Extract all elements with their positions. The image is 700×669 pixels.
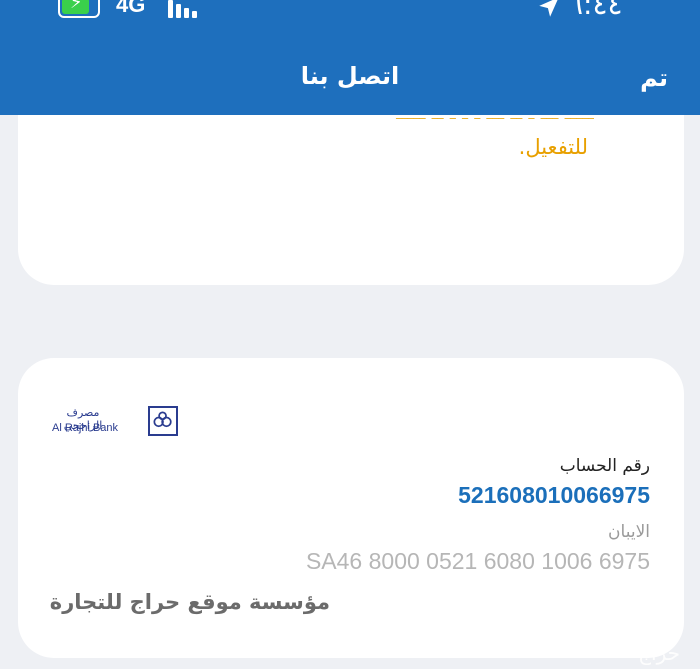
logo-english-text: Al Rajhi Bank	[52, 422, 119, 434]
info-card: ـــــ ـــ ـ ــ ـــ ـ ـ ـ ــ ـــــ للتفعي…	[18, 107, 684, 285]
haraj-watermark: حراج	[638, 641, 680, 665]
iban-label: الايبان	[608, 522, 650, 542]
network-type-label: 4G	[116, 0, 146, 17]
status-bar: ⚡ 4G ٦:٤٤	[0, 0, 700, 24]
signal-strength-icon	[168, 0, 198, 18]
iban-value[interactable]: SA46 8000 0521 6080 1006 6975	[306, 548, 650, 575]
activation-text: للتفعيل.	[518, 135, 588, 159]
page-title: اتصل بنا	[300, 62, 400, 90]
bank-account-card: مصرف الراجحي Al Rajhi Bank رقم الحساب 52…	[18, 358, 684, 658]
app-header: ⚡ 4G ٦:٤٤ اتصل بنا تم	[0, 0, 700, 115]
status-clock: ٦:٤٤	[568, 0, 623, 21]
cut-off-text: ـــــ ـــ ـ ــ ـــ ـ ـ ـ ــ ـــــ	[396, 107, 594, 119]
battery-charging-icon: ⚡	[58, 0, 100, 18]
location-arrow-icon	[539, 0, 558, 17]
done-button[interactable]: تم	[640, 64, 668, 92]
bank-emblem-icon	[148, 406, 178, 436]
al-rajhi-logo: مصرف الراجحي Al Rajhi Bank	[52, 406, 178, 446]
account-number-value[interactable]: 521608010066975	[458, 482, 650, 509]
account-number-label: رقم الحساب	[559, 456, 650, 476]
company-name: مؤسسة موقع حراج للتجارة	[49, 590, 330, 614]
